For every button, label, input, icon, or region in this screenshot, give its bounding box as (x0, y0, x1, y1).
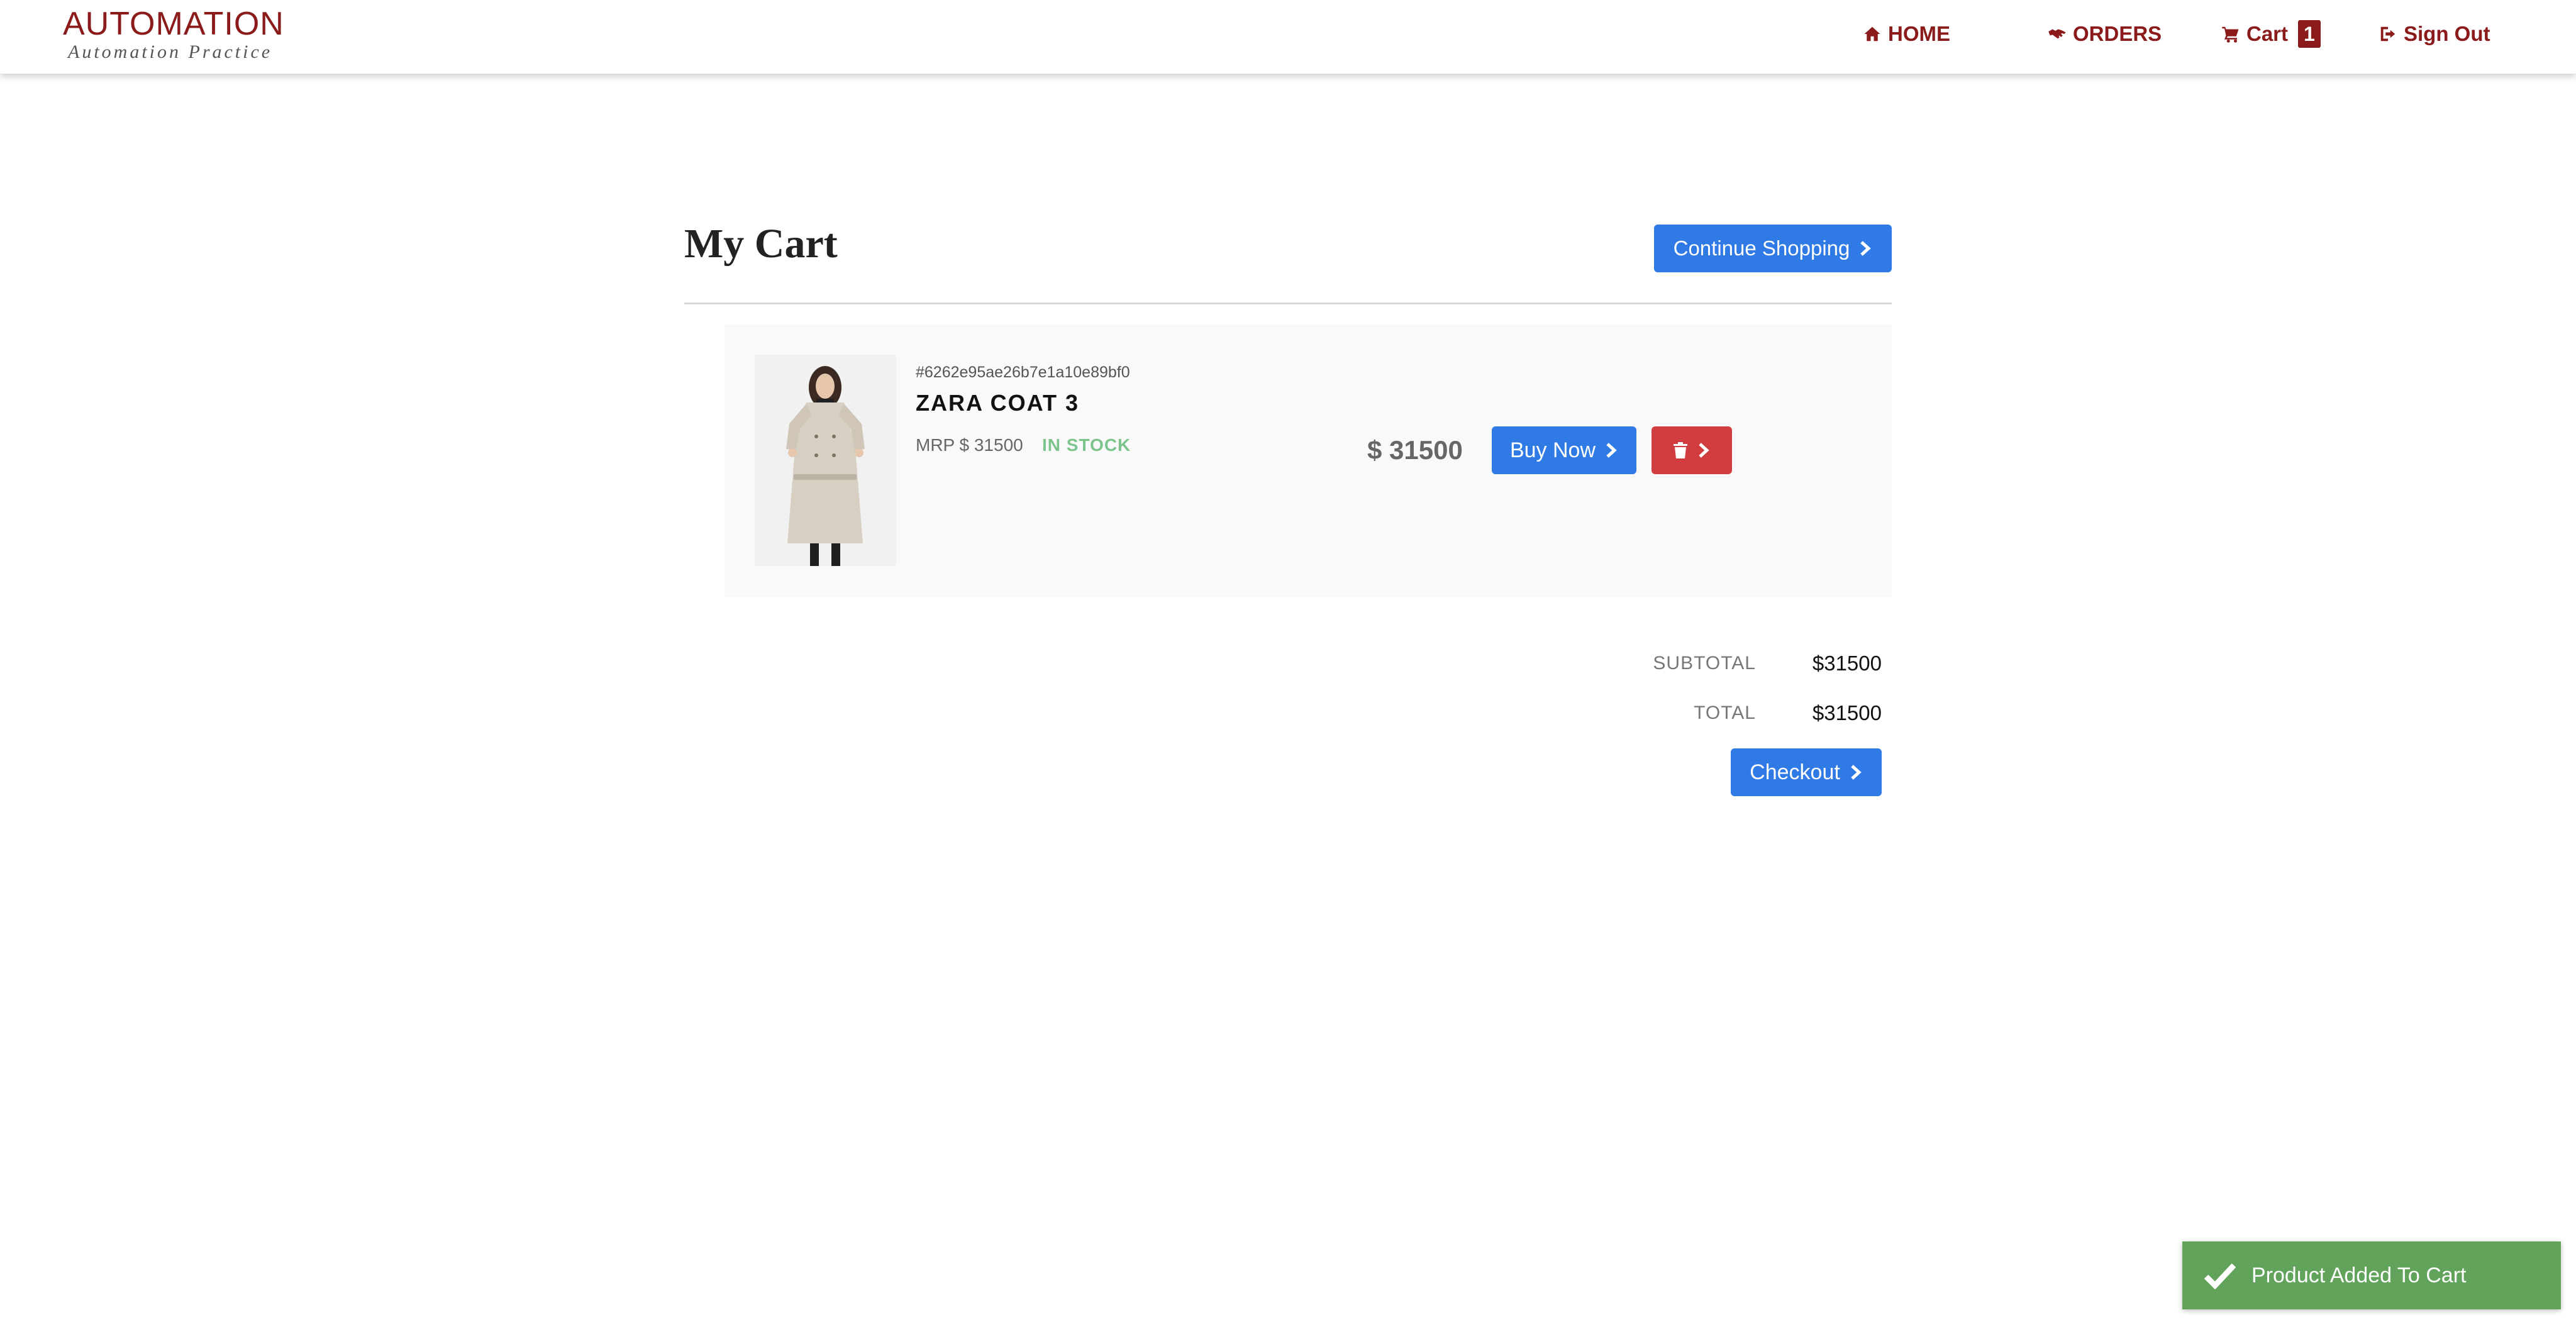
brand-subtitle: Automation Practice (68, 42, 273, 62)
total-label: TOTAL (1694, 702, 1756, 723)
nav-home-link[interactable]: HOME (1863, 20, 1950, 48)
handshake-icon (2048, 29, 2066, 39)
nav-signout-link[interactable]: Sign Out (2379, 20, 2490, 48)
product-name: ZARA COAT 3 (916, 390, 1079, 416)
nav-cart-label: Cart (2246, 22, 2289, 45)
home-icon (1864, 26, 1880, 42)
sign-out-icon (2380, 26, 2396, 42)
continue-shopping-button[interactable]: Continue Shopping (1654, 225, 1892, 272)
total-value: $31500 (1812, 701, 1882, 724)
nav-signout-label: Sign Out (2404, 22, 2490, 45)
chevron-right-icon (1860, 241, 1872, 256)
chevron-right-icon (1851, 765, 1862, 780)
product-id: #6262e95ae26b7e1a10e89bf0 (916, 364, 1130, 381)
product-image (755, 355, 896, 566)
checkout-label: Checkout (1750, 760, 1840, 784)
trash-icon (1674, 442, 1687, 458)
check-icon (2204, 1263, 2236, 1289)
toast-notification[interactable]: Product Added To Cart (2182, 1241, 2561, 1309)
coat-illustration (755, 355, 896, 566)
header-divider (684, 302, 1892, 304)
nav-orders-link[interactable]: ORDERS (2048, 20, 2162, 48)
page-title: My Cart (684, 221, 838, 267)
continue-shopping-label: Continue Shopping (1673, 236, 1850, 260)
product-price: $ 31500 (1367, 435, 1463, 465)
cart-count-badge: 1 (2298, 20, 2321, 48)
nav-cart-link[interactable]: Cart 1 (2221, 20, 2321, 48)
brand-logo[interactable]: AUTOMATION Automation Practice (63, 5, 284, 62)
chevron-right-icon (1606, 443, 1617, 458)
top-navbar: AUTOMATION Automation Practice HOME ORDE… (0, 0, 2576, 74)
subtotal-label: SUBTOTAL (1653, 653, 1756, 674)
toast-message: Product Added To Cart (2251, 1263, 2467, 1287)
buy-now-label: Buy Now (1509, 438, 1596, 462)
stock-status: IN STOCK (1042, 435, 1131, 455)
chevron-right-icon (1699, 443, 1709, 458)
cart-icon (2222, 26, 2239, 43)
checkout-button[interactable]: Checkout (1731, 748, 1882, 796)
brand-title: AUTOMATION (63, 6, 284, 42)
delete-item-button[interactable] (1652, 426, 1732, 474)
product-mrp: MRP $ 31500 (916, 435, 1023, 455)
nav-home-label: HOME (1888, 22, 1950, 45)
buy-now-button[interactable]: Buy Now (1492, 426, 1636, 474)
nav-orders-label: ORDERS (2073, 22, 2162, 45)
subtotal-value: $31500 (1812, 652, 1882, 675)
cart-item: #6262e95ae26b7e1a10e89bf0 ZARA COAT 3 MR… (724, 325, 1892, 597)
